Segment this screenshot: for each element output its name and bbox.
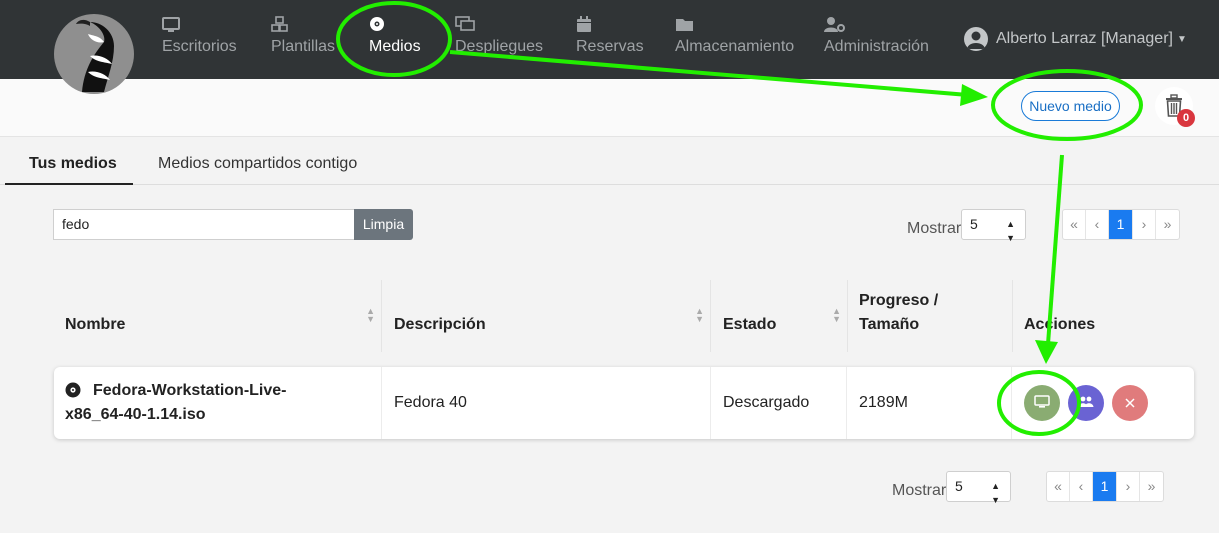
nav-label: Escritorios bbox=[162, 38, 237, 55]
nav-item-plantillas[interactable]: Plantillas bbox=[271, 16, 335, 56]
folder-icon bbox=[675, 16, 794, 34]
header-line: Tamaño bbox=[859, 316, 920, 333]
user-menu[interactable]: Alberto Larraz [Manager] ▼ bbox=[964, 27, 1187, 51]
close-icon bbox=[1125, 395, 1135, 411]
nav-item-despliegues[interactable]: Despliegues bbox=[455, 16, 543, 56]
nav-label: Administración bbox=[824, 38, 929, 55]
column-header-descripcion[interactable]: Descripción ▲ ▼ bbox=[382, 280, 710, 352]
deployments-icon bbox=[455, 16, 543, 34]
sort-icon: ▲ ▼ bbox=[366, 306, 375, 324]
media-name: Fedora-Workstation-Live-x86_64-40-1.14.i… bbox=[65, 382, 287, 423]
disc-icon bbox=[65, 382, 81, 403]
nav-label: Despliegues bbox=[455, 38, 544, 55]
cubes-icon bbox=[271, 16, 335, 34]
search-input[interactable]: fedo bbox=[53, 209, 355, 240]
clear-search-button[interactable]: Limpia bbox=[354, 209, 413, 240]
first-page-button[interactable]: « bbox=[1063, 210, 1086, 239]
avatar bbox=[964, 27, 988, 51]
pagination-top: « ‹ 1 › » bbox=[1062, 209, 1180, 240]
nav-item-escritorios[interactable]: Escritorios bbox=[162, 16, 237, 56]
tabs-bar: Tus medios Medios compartidos contigo bbox=[0, 138, 1219, 185]
cell-nombre: Fedora-Workstation-Live-x86_64-40-1.14.i… bbox=[65, 367, 375, 439]
action-bar: Nuevo medio 0 bbox=[0, 79, 1219, 137]
cell-divider bbox=[846, 367, 847, 439]
nav-item-administracion[interactable]: Administración bbox=[824, 16, 929, 56]
user-name: Alberto Larraz [Manager] bbox=[996, 30, 1173, 47]
pagination-bottom: « ‹ 1 › » bbox=[1046, 471, 1164, 502]
cell-tamano: 2189M bbox=[859, 394, 908, 411]
active-tab-indicator bbox=[5, 183, 133, 185]
create-desktop-button[interactable] bbox=[1024, 385, 1060, 421]
nav-label: Almacenamiento bbox=[675, 38, 795, 55]
header-line: Progreso / bbox=[859, 292, 939, 309]
recycle-bin-button[interactable]: 0 bbox=[1155, 87, 1195, 127]
user-cog-icon bbox=[824, 16, 929, 34]
cell-estado: Descargado bbox=[723, 394, 810, 411]
prev-page-button[interactable]: ‹ bbox=[1070, 472, 1093, 501]
page-size-label: Mostrar bbox=[907, 220, 962, 237]
share-button[interactable] bbox=[1068, 385, 1104, 421]
nav-item-medios[interactable]: Medios bbox=[369, 16, 421, 56]
new-media-button[interactable]: Nuevo medio bbox=[1021, 91, 1120, 121]
prev-page-button[interactable]: ‹ bbox=[1086, 210, 1109, 239]
nav-label: Reservas bbox=[576, 38, 644, 55]
calendar-icon bbox=[576, 16, 644, 34]
column-header-nombre[interactable]: Nombre ▲ ▼ bbox=[53, 280, 381, 352]
sort-icon: ▲ ▼ bbox=[832, 306, 841, 324]
desktop-icon bbox=[162, 16, 237, 34]
next-page-button[interactable]: › bbox=[1133, 210, 1156, 239]
cell-divider bbox=[381, 367, 382, 439]
page-size-select[interactable]: 5 ▲ ▼ bbox=[961, 209, 1026, 243]
sort-icon: ▲ ▼ bbox=[695, 306, 704, 324]
cell-divider bbox=[710, 367, 711, 439]
trash-count-badge: 0 bbox=[1177, 109, 1195, 127]
last-page-button[interactable]: » bbox=[1140, 472, 1163, 501]
select-arrows-icon: ▲ ▼ bbox=[991, 481, 1000, 505]
cell-descripcion: Fedora 40 bbox=[394, 394, 467, 411]
desktop-icon bbox=[1034, 394, 1050, 412]
first-page-button[interactable]: « bbox=[1047, 472, 1070, 501]
top-navbar: Escritorios Plantillas Medios Despliegue… bbox=[0, 0, 1219, 94]
tab-medios-compartidos[interactable]: Medios compartidos contigo bbox=[158, 155, 357, 173]
last-page-button[interactable]: » bbox=[1156, 210, 1179, 239]
column-header-acciones: Acciones bbox=[1024, 316, 1096, 333]
chevron-down-icon: ▼ bbox=[1176, 33, 1187, 45]
table-row[interactable]: Fedora-Workstation-Live-x86_64-40-1.14.i… bbox=[54, 367, 1194, 439]
page-1-button[interactable]: 1 bbox=[1093, 472, 1117, 501]
disc-icon bbox=[369, 16, 421, 34]
column-header-progreso: Progreso / Tamaño bbox=[847, 280, 1012, 352]
cell-divider bbox=[1011, 367, 1012, 439]
column-header-estado[interactable]: Estado ▲ ▼ bbox=[711, 280, 847, 352]
tab-tus-medios[interactable]: Tus medios bbox=[29, 155, 117, 173]
page-size-value: 5 bbox=[970, 216, 978, 232]
select-arrows-icon: ▲ ▼ bbox=[1006, 219, 1015, 243]
page-1-button[interactable]: 1 bbox=[1109, 210, 1133, 239]
nav-item-reservas[interactable]: Reservas bbox=[576, 16, 644, 56]
nav-item-almacenamiento[interactable]: Almacenamiento bbox=[675, 16, 794, 56]
nav-label: Plantillas bbox=[271, 38, 336, 55]
page-size-select[interactable]: 5 ▲ ▼ bbox=[946, 471, 1011, 505]
app-logo[interactable] bbox=[54, 14, 134, 94]
delete-button[interactable] bbox=[1112, 385, 1148, 421]
nav-label: Medios bbox=[369, 38, 421, 55]
page-size-label: Mostrar bbox=[892, 482, 947, 499]
next-page-button[interactable]: › bbox=[1117, 472, 1140, 501]
users-icon bbox=[1078, 395, 1094, 412]
page-size-value: 5 bbox=[955, 478, 963, 494]
